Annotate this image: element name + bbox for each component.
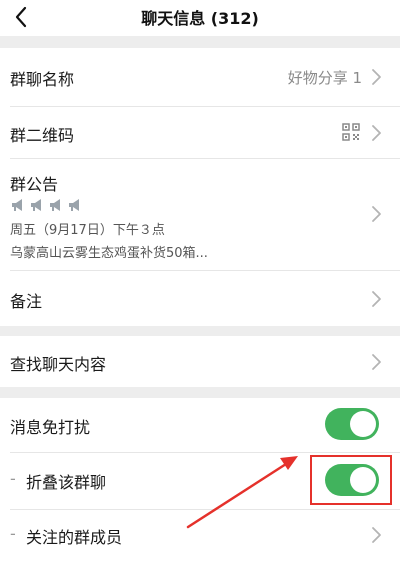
mute-row: 消息免打扰 — [0, 398, 400, 452]
info-group: 群聊名称 好物分享 1 群二维码 群公告 周五（9月17日）下午３点 乌蒙高山云… — [0, 48, 400, 326]
toggle-knob — [350, 411, 376, 437]
chevron-right-icon — [372, 206, 381, 222]
indent-dash: - — [10, 524, 16, 543]
group-name-value: 好物分享 1 — [287, 69, 362, 87]
mute-label: 消息免打扰 — [10, 418, 91, 437]
search-chat-row[interactable]: 查找聊天内容 — [0, 336, 400, 387]
search-chat-label: 查找聊天内容 — [10, 355, 107, 374]
group-name-row[interactable]: 群聊名称 好物分享 1 — [0, 48, 400, 106]
chevron-right-icon — [372, 354, 381, 370]
megaphone-icon — [31, 199, 41, 211]
announcement-line-1: 周五（9月17日）下午３点 — [10, 223, 165, 238]
megaphone-emoji-row — [10, 197, 83, 213]
page-title: 聊天信息 (312) — [141, 9, 259, 28]
search-group: 查找聊天内容 — [0, 336, 400, 387]
megaphone-icon — [69, 199, 79, 211]
fold-group-label: 折叠该群聊 — [26, 473, 107, 492]
annotation-arrow — [186, 456, 298, 529]
nav-bar: 聊天信息 (312) — [0, 0, 400, 36]
group-name-label: 群聊名称 — [10, 70, 75, 89]
announcement-row[interactable]: 群公告 周五（9月17日）下午３点 乌蒙高山云雾生态鸡蛋补货50箱... — [0, 159, 400, 270]
megaphone-icon — [50, 199, 60, 211]
announcement-label: 群公告 — [10, 175, 59, 194]
megaphone-icon — [12, 199, 22, 211]
chevron-right-icon — [372, 527, 381, 543]
chevron-right-icon — [372, 125, 381, 141]
chevron-right-icon — [372, 69, 381, 85]
indent-dash: - — [10, 469, 16, 488]
announcement-line-2: 乌蒙高山云雾生态鸡蛋补货50箱... — [10, 246, 208, 261]
qr-code-row[interactable]: 群二维码 — [0, 107, 400, 158]
qr-code-label: 群二维码 — [10, 126, 75, 145]
qr-code-icon — [342, 123, 360, 141]
remark-label: 备注 — [10, 292, 43, 311]
highlight-box — [310, 455, 392, 505]
mute-toggle[interactable] — [325, 408, 379, 440]
followed-members-label: 关注的群成员 — [26, 528, 123, 547]
remark-row[interactable]: 备注 — [0, 271, 400, 326]
chevron-right-icon — [372, 291, 381, 307]
